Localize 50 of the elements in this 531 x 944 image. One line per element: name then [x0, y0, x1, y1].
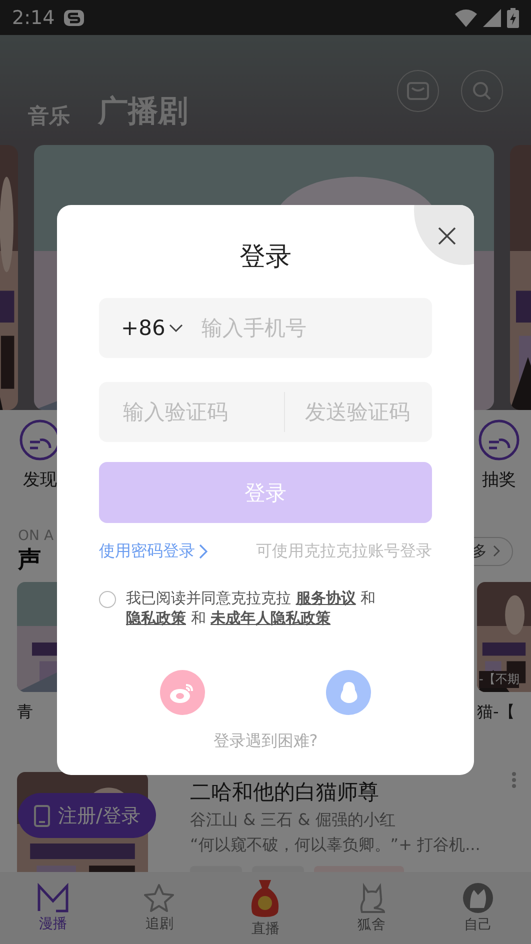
star-icon [143, 883, 176, 913]
wifi-icon [455, 8, 477, 26]
chevron-right-icon [199, 544, 208, 559]
account-hint: 可使用克拉克拉账号登录 [256, 541, 432, 562]
qq-button[interactable] [326, 670, 372, 715]
chevron-icon [493, 545, 500, 557]
dialog-title: 登录 [240, 241, 292, 274]
drama-title: 二哈和他的白猫师尊 [190, 779, 380, 806]
drama-summary: “何以窥不破，何以辜负卿。”+ 打谷机... [190, 835, 480, 856]
policy-link[interactable]: 未成年人隐私政策 [210, 609, 331, 627]
nav-tab[interactable]: 狐舍 [342, 882, 402, 934]
battery-icon [507, 8, 519, 28]
signal-icon [483, 8, 501, 26]
section-title: 声 [18, 546, 42, 574]
password-login-link[interactable]: 使用密码登录 [99, 541, 208, 562]
mail-button[interactable] [397, 70, 439, 112]
status-time: 2:14 [12, 6, 55, 28]
send-code-button[interactable]: 发送验证码 [305, 398, 410, 426]
drama-authors: 谷江山 & 三石 & 倔强的小红 [190, 810, 396, 831]
agree-checkbox[interactable] [99, 591, 116, 608]
close-icon [437, 226, 457, 246]
nav-tab[interactable]: 追剧 [129, 883, 190, 933]
logo-icon [36, 883, 70, 913]
gift-bag-icon [249, 878, 282, 918]
policy-link[interactable]: 隐私政策 [126, 609, 186, 627]
eye-logo-icon [169, 682, 196, 704]
nav-tab[interactable]: 自己 [448, 882, 508, 934]
nav-tab[interactable]: 直播 [235, 878, 296, 938]
more-icon[interactable] [511, 772, 517, 788]
avatar-icon [462, 882, 494, 914]
phone-field[interactable]: +86 输入手机号 [99, 298, 432, 358]
search-button[interactable] [461, 70, 503, 112]
country-code-dropdown[interactable]: +86 [121, 316, 184, 340]
notification-icon [62, 8, 85, 28]
card-title: 青 [17, 702, 34, 723]
help-link[interactable]: 登录遇到困难? [213, 731, 318, 752]
policy-link[interactable]: 服务协议 [296, 589, 356, 607]
agreement-text: 我已阅读并同意克拉克拉 服务协议 和 隐私政策 和 未成年人隐私政策 [126, 588, 377, 628]
card-title: 猫-【 [477, 702, 516, 723]
shortcut-label: 发现 [23, 469, 57, 491]
search-icon [472, 81, 492, 101]
weibo-button[interactable] [160, 670, 205, 715]
shortcut-label: 抽奖 [482, 469, 516, 491]
code-field[interactable]: 输入验证码 发送验证码 [99, 382, 432, 442]
nav-tab[interactable]: 漫播 [23, 883, 84, 933]
register-button[interactable]: 注册/登录 [18, 793, 156, 838]
mail-icon [407, 82, 429, 100]
phone-icon [34, 804, 50, 826]
card-caption: -【不期 [479, 671, 520, 688]
chevron-down-icon [169, 324, 184, 332]
